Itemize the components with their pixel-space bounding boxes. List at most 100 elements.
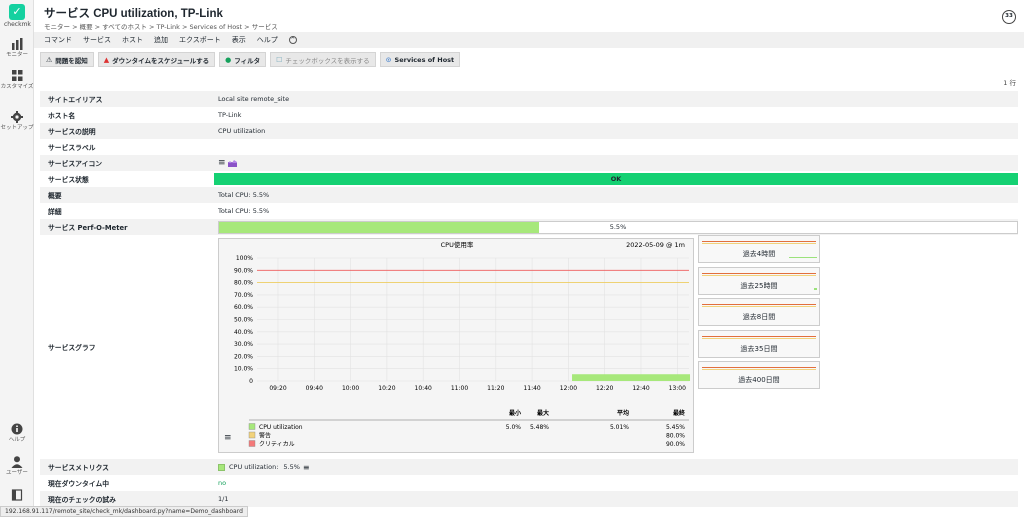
legend-value: 90.0% — [666, 441, 685, 448]
services-of-host-label: Services of Host — [394, 55, 455, 64]
x-tick-label: 09:20 — [269, 385, 286, 392]
x-tick-label: 10:00 — [342, 385, 359, 392]
menu-service[interactable]: サービス — [83, 35, 111, 45]
row-label: サービスの説明 — [48, 128, 96, 136]
table-row: 現在のチェックの試み 1/1 — [40, 491, 1018, 507]
acknowledge-label: 問題を認知 — [55, 56, 88, 65]
mini-graph-8d[interactable]: 過去8日間 — [698, 298, 820, 326]
filter-button[interactable]: ● フィルタ — [219, 52, 267, 67]
sidebar-collapse-toggle[interactable] — [0, 489, 34, 501]
menu-commands[interactable]: コマンド — [44, 35, 72, 45]
perf-o-meter[interactable]: 5.5% — [218, 220, 1018, 234]
menu-collapse-icon[interactable]: ^ — [288, 36, 297, 44]
graph-menu-icon[interactable]: ≡ — [224, 433, 232, 443]
table-row: サービス状態 OK — [40, 171, 1018, 187]
mini-graph-label: 過去8日間 — [742, 313, 776, 321]
page-title: サービス CPU utilization, TP-Link — [44, 8, 223, 20]
legend-value: 5.45% — [666, 424, 685, 431]
y-tick-label: 20.0% — [234, 353, 253, 360]
row-value: Local site remote_site — [218, 95, 290, 103]
legend-label: クリティカル — [259, 441, 295, 448]
legend-swatch — [248, 440, 256, 447]
metric-value: 5.5% — [283, 463, 300, 471]
sidebar-item-label: モニター — [5, 52, 28, 58]
services-icon: ⊙ — [385, 55, 392, 64]
menu-display[interactable]: 表示 — [232, 35, 246, 45]
checkmk-logo[interactable]: ✓ checkmk — [4, 4, 31, 28]
x-tick-label: 12:00 — [560, 385, 577, 392]
gear-icon — [11, 111, 23, 123]
menu-help[interactable]: ヘルプ — [257, 35, 278, 45]
services-of-host-button[interactable]: ⊙ Services of Host — [379, 52, 461, 67]
mini-graph-35d[interactable]: 過去35日間 — [698, 329, 820, 358]
table-row: 概要 Total CPU: 5.5% — [40, 187, 1018, 203]
grid-icon — [12, 70, 23, 81]
sidebar-item-monitor[interactable]: モニター — [0, 38, 34, 59]
table-row: サービスラベル — [40, 139, 1018, 155]
legend-swatch — [248, 423, 256, 430]
y-tick-label: 100% — [236, 255, 253, 262]
legend-header: 最大 — [537, 409, 549, 417]
menu-icon[interactable]: ≡ — [218, 158, 226, 168]
row-label: サービス状態 — [48, 176, 89, 184]
menu-add[interactable]: 追加 — [154, 35, 168, 45]
sidebar-item-help[interactable]: ヘルプ — [0, 423, 34, 444]
mini-graph-label: 過去35日間 — [740, 344, 778, 353]
row-label: サービス Perf-O-Meter — [48, 224, 128, 232]
table-row: サイトエイリアス Local site remote_site — [40, 91, 1018, 107]
graph-icon[interactable] — [227, 159, 237, 167]
metric-color-swatch — [218, 463, 225, 471]
sidebar-item-label: ユーザー — [6, 470, 28, 476]
row-value: Total CPU: 5.5% — [218, 191, 270, 199]
metric-label: CPU utilization: — [229, 463, 279, 471]
mini-graph-25h[interactable]: 過去25時間 — [698, 266, 820, 295]
sidebar-item-user[interactable]: ユーザー — [0, 456, 34, 477]
row-label: 詳細 — [48, 208, 62, 216]
menu-host[interactable]: ホスト — [122, 35, 143, 45]
table-row: サービスメトリクス CPU utilization: 5.5% ≡ — [40, 459, 1018, 475]
downtime-icon: ▲ — [103, 55, 110, 64]
schedule-downtime-button[interactable]: ▲ ダウンタイムをスケジュールする — [97, 52, 216, 67]
row-value: no — [218, 479, 227, 487]
row-label: 概要 — [48, 192, 62, 200]
sidebar-item-customize[interactable]: カスタマイズ — [0, 70, 34, 91]
y-tick-label: 30.0% — [234, 341, 253, 348]
service-graph[interactable]: CPU使用率 2022-05-09 @ 1m 100% 90.0% 80.0% 70.0%… — [218, 238, 694, 453]
graph-timestamp: 2022-05-09 @ 1m — [626, 241, 685, 249]
table-row: サービス Perf-O-Meter 5.5% — [40, 219, 1018, 235]
row-value: Total CPU: 5.5% — [218, 207, 270, 215]
sidebar-item-setup[interactable]: セットアップ — [0, 111, 34, 132]
legend-header: 最小 — [509, 409, 521, 417]
legend-value: 5.0% — [506, 424, 522, 431]
menu-export[interactable]: エクスポート — [179, 35, 221, 45]
status-badge: OK — [214, 173, 1018, 185]
table-row: 詳細 Total CPU: 5.5% — [40, 203, 1018, 219]
row-value: 5.5% — [214, 219, 1018, 235]
filter-icon: ● — [225, 55, 232, 64]
perf-o-meter-value: 5.5% — [609, 222, 627, 231]
breadcrumb[interactable]: モニター > 概要 > すべてのホスト > TP-Link > Services… — [44, 21, 278, 31]
acknowledge-button[interactable]: ⚠ 問題を認知 — [40, 52, 94, 67]
legend-swatch — [248, 431, 256, 439]
legend-label: 警告 — [259, 432, 271, 440]
metric-menu-icon[interactable]: ≡ — [303, 463, 311, 472]
graph-title: CPU使用率 — [441, 240, 474, 249]
service-description-link[interactable]: CPU utilization — [214, 123, 1018, 139]
mini-graph-label: 過去400日間 — [738, 376, 780, 384]
reload-timer-icon[interactable]: 33 — [1002, 10, 1016, 24]
sidebar-item-label: セットアップ — [0, 125, 34, 131]
legend-value: 5.01% — [610, 424, 629, 431]
x-tick-label: 11:40 — [523, 385, 540, 392]
y-tick-label: 90.0% — [234, 267, 253, 274]
checkbox-icon: ☐ — [276, 55, 283, 64]
y-tick-label: 0 — [249, 378, 253, 385]
row-value: ≡ — [214, 155, 1018, 171]
mini-graph-400d[interactable]: 過去400日間 — [698, 361, 820, 389]
legend-label: CPU utilization — [259, 424, 303, 431]
mini-graph-4h[interactable]: 過去4時間 — [698, 235, 820, 263]
service-detail-table: サイトエイリアス Local site remote_site ホスト名 TP-… — [40, 91, 1018, 507]
host-name-link[interactable]: TP-Link — [214, 107, 1018, 123]
x-tick-label: 12:40 — [632, 385, 649, 392]
show-checkboxes-button[interactable]: ☐ チェックボックスを表示する — [270, 52, 376, 67]
cpu-utilization-area — [572, 374, 691, 381]
